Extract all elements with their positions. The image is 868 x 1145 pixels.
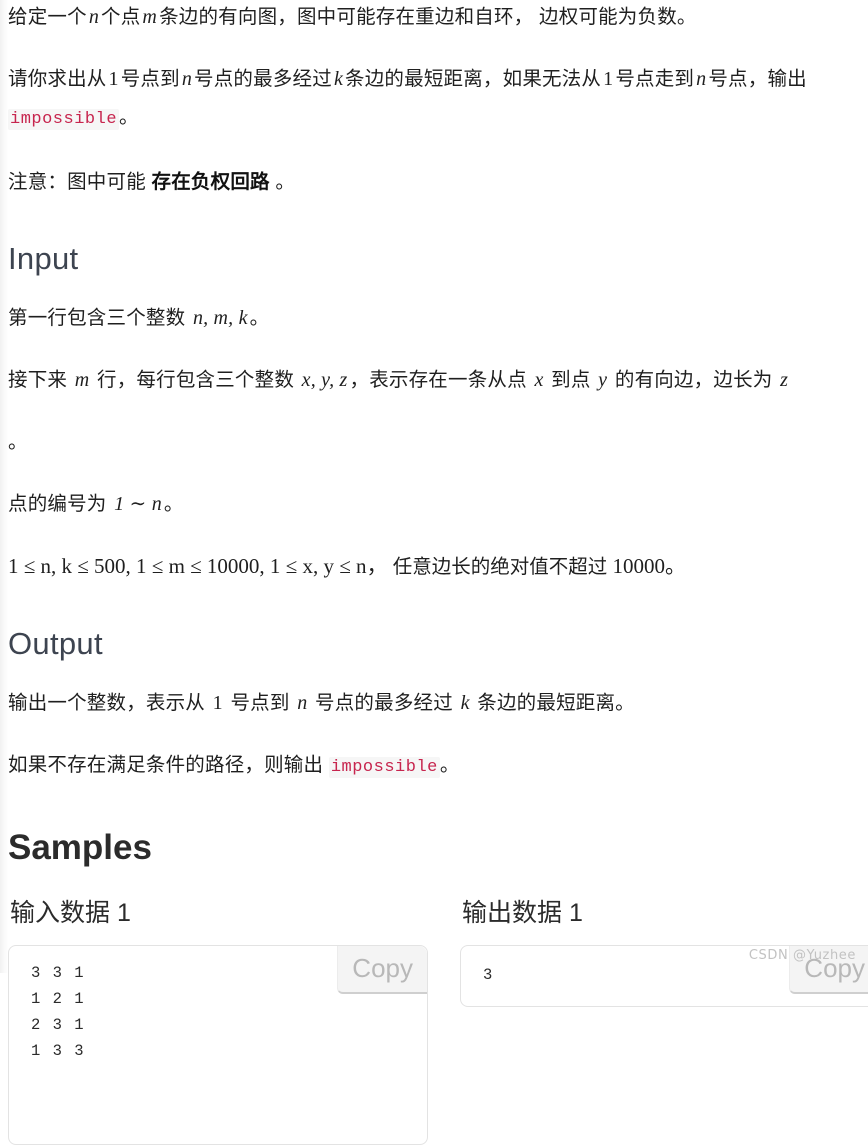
input-line3-pre: 点的编号为 xyxy=(8,493,107,515)
input-section-heading: Input xyxy=(8,241,79,276)
problem-page: 给定一个 n 个点 m 条边的有向图，图中可能存在重边和自环， 边权可能为负数。 请你求… xyxy=(0,0,868,1145)
p2-text-a: 号点到 xyxy=(120,68,180,90)
input-line-3: 点的编号为 1 ∼ n。 xyxy=(8,473,868,535)
note-text-end: 。 xyxy=(275,171,296,193)
note-text-pre: 注意：图中可能 xyxy=(8,171,146,193)
output-line2-end: 。 xyxy=(439,754,460,776)
constraint-math-a: 1 ≤ n, k ≤ 500, 1 ≤ m ≤ 10000, 1 ≤ x, y … xyxy=(8,554,388,578)
p1-text-pre: 给定一个 xyxy=(8,6,87,28)
p2-text-e: 号点，输出 xyxy=(708,68,807,90)
left-gutter-shade xyxy=(0,0,8,973)
input-line2-end: 。 xyxy=(8,431,28,453)
input-line2-vars: x, y, z xyxy=(301,369,348,391)
p2-var-n-2: n xyxy=(696,68,707,90)
output-line1-a: 号点到 xyxy=(230,692,290,714)
output-line1-b: 号点的最多经过 xyxy=(315,692,453,714)
p2-text-end: 。 xyxy=(119,106,139,128)
input-line2-var-x: x xyxy=(534,369,544,391)
input-line1-end: 。 xyxy=(249,307,270,329)
p2-text-b: 号点的最多经过 xyxy=(194,68,332,90)
input-line2-var-z: z xyxy=(780,369,789,391)
constraint-math-b: 10000。 xyxy=(612,554,687,578)
page-content: 给定一个 n 个点 m 条边的有向图，图中可能存在重边和自环， 边权可能为负数。 请你求… xyxy=(8,0,868,1145)
copy-input-button[interactable]: Copy xyxy=(337,946,427,994)
input-line2-b: ，表示存在一条从点 xyxy=(349,369,527,391)
p2-text-c: 条边的最短距离，如果无法从 xyxy=(345,68,602,90)
problem-paragraph-2: 请你求出从 1 号点到 n 号点的最多经过 k 条边的最短距离，如果无法从 1 号点走到 n 号点，… xyxy=(8,48,868,151)
input-line-1: 第一行包含三个整数 n, m, k。 xyxy=(8,287,868,349)
sample-input-box: 3 3 1 1 2 1 2 3 1 1 3 3 Copy xyxy=(8,945,428,1145)
problem-paragraph-note: 注意：图中可能 存在负权回路 。 xyxy=(8,151,868,213)
input-line3-end: 。 xyxy=(163,493,184,515)
output-line1-c: 条边的最短距离。 xyxy=(477,692,635,714)
p2-var-n: n xyxy=(181,68,193,90)
p2-num-one: 1 xyxy=(108,68,119,90)
output-section-heading: Output xyxy=(8,626,103,661)
samples-heading: Samples xyxy=(8,828,152,867)
p1-text-mid2: 条边的有向图，图中可能存在重边和自环， 边权可能为负数。 xyxy=(159,6,697,28)
sample-input-column: 输入数据 1 3 3 1 1 2 1 2 3 1 1 3 3 Copy xyxy=(8,895,438,1145)
input-line2-var-m: m xyxy=(74,369,90,391)
csdn-watermark: CSDN @Yuzhee xyxy=(748,948,856,963)
input-line-2-tail: 。 xyxy=(8,411,868,473)
output-line2-pre: 如果不存在满足条件的路径，则输出 xyxy=(8,754,324,776)
input-line2-c: 到点 xyxy=(551,369,591,391)
impossible-code-2: impossible xyxy=(328,757,440,778)
output-line1-pre: 输出一个整数，表示从 xyxy=(8,692,206,714)
input-line1-pre: 第一行包含三个整数 xyxy=(8,307,186,329)
sample-input-label: 输入数据 1 xyxy=(10,899,131,927)
constraint-text-cjk: 任意边长的绝对值不超过 xyxy=(392,556,608,578)
input-line2-var-y: y xyxy=(598,369,608,391)
sample-output-label: 输出数据 1 xyxy=(462,899,583,927)
input-line3-range: 1 ∼ n xyxy=(114,493,162,515)
p1-var-m: m xyxy=(142,6,158,28)
p2-num-one-2: 1 xyxy=(603,68,614,90)
impossible-code-1: impossible xyxy=(8,109,120,130)
input-line1-vars: n, m, k xyxy=(192,307,248,329)
problem-paragraph-1: 给定一个 n 个点 m 条边的有向图，图中可能存在重边和自环， 边权可能为负数。 xyxy=(8,0,868,48)
output-line1-one: 1 xyxy=(212,692,223,714)
output-line1-var-n: n xyxy=(297,692,308,714)
p2-var-k: k xyxy=(333,68,344,90)
input-constraints: 1 ≤ n, k ≤ 500, 1 ≤ m ≤ 10000, 1 ≤ x, y … xyxy=(8,535,868,598)
input-line2-a: 行，每行包含三个整数 xyxy=(97,369,295,391)
p2-text-pre: 请你求出从 xyxy=(8,68,107,90)
input-line2-pre: 接下来 xyxy=(8,369,68,391)
input-line-2: 接下来 m 行，每行包含三个整数 x, y, z ，表示存在一条从点 x 到点 y… xyxy=(8,349,868,411)
output-line-2: 如果不存在满足条件的路径，则输出 impossible。 xyxy=(8,734,868,799)
p1-var-n: n xyxy=(88,6,100,28)
output-line1-var-k: k xyxy=(460,692,470,714)
note-bold-text: 存在负权回路 xyxy=(151,171,270,193)
input-line2-d: 的有向边，边长为 xyxy=(614,369,773,391)
p2-text-d: 号点走到 xyxy=(615,68,695,90)
output-line-1: 输出一个整数，表示从 1 号点到 n 号点的最多经过 k 条边的最短距离。 xyxy=(8,672,868,734)
p1-text-mid1: 个点 xyxy=(101,6,141,28)
